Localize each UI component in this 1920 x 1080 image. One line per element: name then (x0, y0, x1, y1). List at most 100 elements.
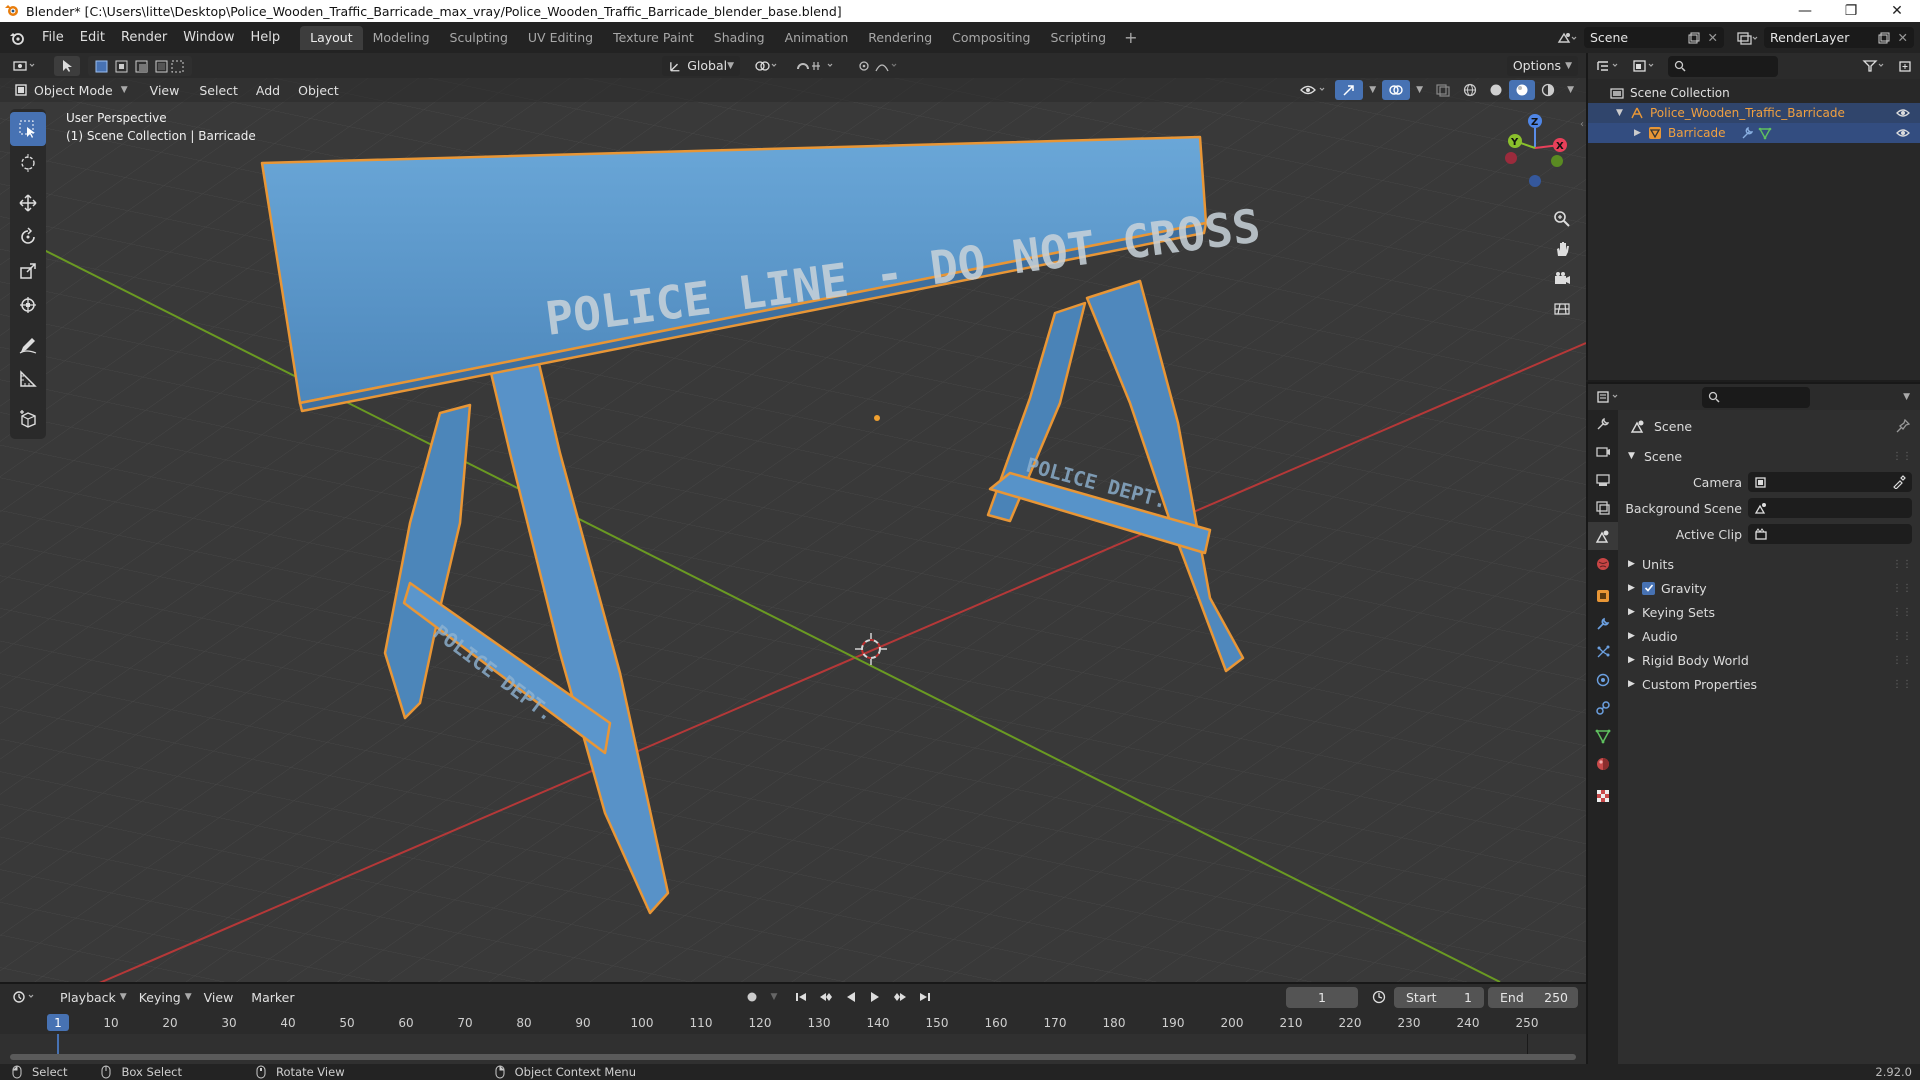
scene-field[interactable]: Scene ✕ (1584, 27, 1724, 48)
expand-audio-icon[interactable]: ▶ (1628, 631, 1642, 641)
menu-help[interactable]: Help (243, 26, 289, 50)
start-frame-field[interactable]: Start 1 (1394, 986, 1484, 1008)
scene-icon[interactable] (1556, 30, 1578, 46)
particles-tab-icon[interactable] (1588, 638, 1618, 666)
view-layer-tab-icon[interactable] (1588, 494, 1618, 522)
world-tab-icon[interactable] (1588, 550, 1618, 578)
display-mode-icon[interactable] (1632, 59, 1660, 73)
background-scene-field[interactable] (1748, 498, 1912, 518)
outliner-search-input[interactable] (1668, 55, 1778, 77)
scene-tab-icon[interactable] (1588, 522, 1618, 550)
drag-handle-icon[interactable]: ⋮⋮ (1892, 583, 1912, 594)
pan-view-icon[interactable] (1548, 235, 1576, 263)
new-collection-icon[interactable] (1898, 59, 1912, 73)
camera-view-icon[interactable] (1548, 265, 1576, 293)
tab-sculpting[interactable]: Sculpting (440, 26, 518, 50)
expand-gravity-icon[interactable]: ▶ (1628, 583, 1642, 593)
physics-tab-icon[interactable] (1588, 666, 1618, 694)
shading-dropdown-icon[interactable]: ▼ (1561, 80, 1580, 100)
proportional-edit-icon[interactable] (852, 56, 906, 76)
object-mode-dropdown[interactable]: Object Mode ▼ (8, 80, 134, 100)
viewport-menu-object[interactable]: Object (292, 80, 345, 100)
active-clip-field[interactable] (1748, 524, 1912, 544)
drag-handle-icon[interactable]: ⋮⋮ (1892, 679, 1912, 690)
viewport-menu-view[interactable]: View (144, 80, 186, 100)
select-tool-icon[interactable] (54, 55, 80, 76)
move-tool-icon[interactable] (10, 186, 46, 220)
timeline-editor-icon[interactable] (6, 987, 46, 1007)
gravity-panel[interactable]: ▶ Gravity ⋮⋮ (1618, 576, 1920, 600)
drag-handle-icon[interactable]: ⋮⋮ (1892, 655, 1912, 666)
collapse-scene-icon[interactable]: ▼ (1628, 451, 1642, 461)
rotate-tool-icon[interactable] (10, 220, 46, 254)
output-tab-icon[interactable] (1588, 466, 1618, 494)
add-workspace-icon[interactable]: + (1116, 28, 1145, 47)
minimize-icon[interactable]: — (1782, 0, 1828, 22)
select-box-tool-icon[interactable] (10, 112, 46, 146)
eyedropper-icon[interactable] (1892, 475, 1906, 489)
overlay-toggle-icon[interactable] (1382, 80, 1411, 100)
expand-custom-props-icon[interactable]: ▶ (1628, 679, 1642, 689)
close-icon[interactable]: ✕ (1874, 0, 1920, 22)
scale-tool-icon[interactable] (10, 254, 46, 288)
menu-render[interactable]: Render (113, 26, 175, 50)
audio-panel[interactable]: ▶ Audio ⋮⋮ (1618, 624, 1920, 648)
material-tab-icon[interactable] (1588, 750, 1618, 778)
units-panel[interactable]: ▶ Units ⋮⋮ (1618, 552, 1920, 576)
properties-options-icon[interactable]: ▼ (1903, 392, 1910, 402)
expand-rigid-body-icon[interactable]: ▶ (1628, 655, 1642, 665)
tab-uv-editing[interactable]: UV Editing (518, 26, 603, 50)
options-dropdown[interactable]: Options ▼ (1506, 55, 1578, 76)
scene-panel-header[interactable]: ▼ Scene ⋮⋮ (1618, 444, 1920, 468)
expand-keying-icon[interactable]: ▶ (1628, 607, 1642, 617)
tab-scripting[interactable]: Scripting (1041, 26, 1117, 50)
viewport-menu-add[interactable]: Add (250, 80, 286, 100)
tab-texture-paint[interactable]: Texture Paint (603, 26, 704, 50)
transform-tool-icon[interactable] (10, 288, 46, 322)
viewport-scene[interactable]: POLICE LINE - DO NOT CROSS POLICE DEPT. … (0, 53, 1586, 982)
expand-units-icon[interactable]: ▶ (1628, 559, 1642, 569)
expand-collection-icon[interactable]: ▼ (1616, 108, 1630, 118)
filter-icon[interactable] (1862, 59, 1890, 73)
menu-edit[interactable]: Edit (72, 26, 113, 50)
properties-editor-icon[interactable] (1596, 390, 1624, 404)
duplicate-scene-icon[interactable] (1688, 32, 1700, 44)
end-frame-field[interactable]: End 250 (1488, 986, 1578, 1008)
object-tab-icon[interactable] (1588, 582, 1618, 610)
texture-tab-icon[interactable] (1588, 782, 1618, 810)
data-tab-icon[interactable] (1588, 722, 1618, 750)
viewport-menu-select[interactable]: Select (193, 80, 244, 100)
marker-menu[interactable]: Marker (245, 987, 300, 1007)
current-frame-field[interactable]: 1 (1286, 986, 1358, 1008)
auto-keying-icon[interactable] (739, 987, 765, 1007)
custom-properties-panel[interactable]: ▶ Custom Properties ⋮⋮ (1618, 672, 1920, 696)
shading-solid-icon[interactable] (1483, 80, 1509, 100)
collection-visibility-icon[interactable] (1896, 107, 1910, 119)
outliner-editor-icon[interactable] (1596, 59, 1624, 73)
snap-icon[interactable] (790, 56, 846, 76)
measure-tool-icon[interactable] (10, 362, 46, 396)
timeline-scrollbar[interactable] (10, 1054, 1576, 1060)
drag-handle-icon[interactable]: ⋮⋮ (1892, 631, 1912, 642)
menu-window[interactable]: Window (175, 26, 242, 50)
outliner-collection-row[interactable]: ▼ Police_Wooden_Traffic_Barricade (1588, 103, 1920, 123)
timeline-view-menu[interactable]: View (198, 987, 240, 1007)
outliner-object-row[interactable]: ▶ Barricade (1588, 123, 1920, 143)
shading-material-icon[interactable] (1509, 80, 1536, 100)
keying-dropdown-icon[interactable]: ▼ (765, 987, 784, 1007)
3d-viewport[interactable]: POLICE LINE - DO NOT CROSS POLICE DEPT. … (0, 53, 1586, 982)
jump-end-icon[interactable] (913, 987, 937, 1007)
ortho-toggle-icon[interactable] (1548, 295, 1576, 323)
gravity-checkbox[interactable] (1642, 581, 1655, 595)
gizmo-dropdown-icon[interactable]: ▼ (1363, 80, 1382, 100)
preview-range-icon[interactable] (1366, 987, 1392, 1007)
view-layer-field[interactable]: RenderLayer ✕ (1764, 27, 1914, 48)
view-layer-icon[interactable] (1736, 30, 1758, 46)
annotate-tool-icon[interactable] (10, 328, 46, 362)
zoom-view-icon[interactable] (1548, 205, 1576, 233)
rigid-body-world-panel[interactable]: ▶ Rigid Body World ⋮⋮ (1618, 648, 1920, 672)
tab-animation[interactable]: Animation (775, 26, 859, 50)
pivot-point-icon[interactable] (748, 56, 788, 76)
gizmo-toggle-icon[interactable] (1335, 80, 1364, 100)
restore-icon[interactable]: ❐ (1828, 0, 1874, 22)
